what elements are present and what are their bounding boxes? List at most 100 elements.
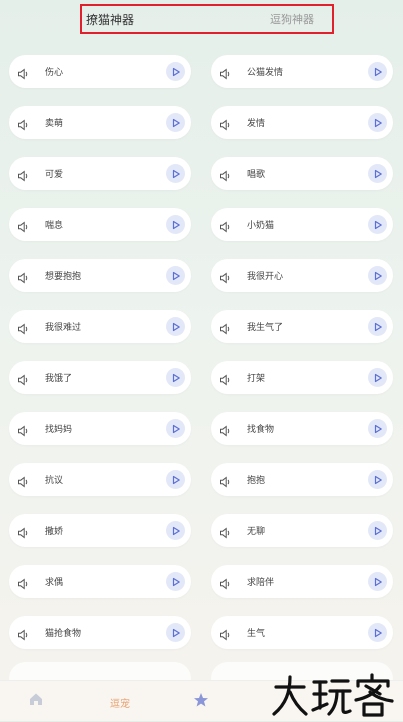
tab-cat[interactable]: 撩猫神器 (86, 11, 134, 28)
sound-label: 打架 (247, 374, 266, 384)
speaker-icon (17, 65, 29, 80)
speaker-icon (17, 167, 29, 182)
play-icon[interactable] (166, 215, 185, 234)
play-icon[interactable] (368, 623, 387, 642)
sound-card[interactable]: 我很难过 (9, 310, 191, 343)
sound-label: 小奶猫 (247, 221, 275, 231)
sound-label: 抗议 (45, 476, 64, 486)
sound-label: 我生气了 (247, 323, 284, 333)
play-icon[interactable] (368, 368, 387, 387)
sound-card[interactable]: 抗议 (9, 463, 191, 496)
sound-card[interactable]: 想要抱抱 (9, 259, 191, 292)
sound-label: 卖萌 (45, 119, 64, 129)
play-icon[interactable] (166, 266, 185, 285)
sound-label: 抱抱 (247, 476, 266, 486)
speaker-icon (17, 575, 29, 590)
speaker-icon (219, 371, 231, 386)
sound-card[interactable]: 求偶 (9, 565, 191, 598)
speaker-icon (219, 320, 231, 335)
sound-card[interactable]: 求陪伴 (211, 565, 393, 598)
sound-card[interactable]: 小奶猫 (211, 208, 393, 241)
sound-label: 求陪伴 (247, 578, 275, 588)
speaker-icon (17, 473, 29, 488)
sound-label: 唱歌 (247, 170, 266, 180)
play-icon[interactable] (368, 470, 387, 489)
sound-card[interactable]: 公猫发情 (211, 55, 393, 88)
play-icon[interactable] (166, 419, 185, 438)
sound-card[interactable]: 伤心 (9, 55, 191, 88)
sound-label: 发情 (247, 119, 266, 129)
sound-card[interactable]: 抱抱 (211, 463, 393, 496)
sound-label: 找食物 (247, 425, 275, 435)
speaker-icon (219, 65, 231, 80)
sound-label: 想要抱抱 (45, 272, 82, 282)
play-icon[interactable] (166, 470, 185, 489)
sound-card[interactable]: 无聊 (211, 514, 393, 547)
sound-card[interactable]: 我饿了 (9, 361, 191, 394)
sound-card[interactable]: 找食物 (211, 412, 393, 445)
play-icon[interactable] (166, 572, 185, 591)
speaker-icon (219, 575, 231, 590)
sound-card[interactable]: 打架 (211, 361, 393, 394)
sound-label: 找妈妈 (45, 425, 73, 435)
sound-card[interactable]: 撒娇 (9, 514, 191, 547)
play-icon[interactable] (368, 317, 387, 336)
play-icon[interactable] (368, 215, 387, 234)
sound-label: 撒娇 (45, 527, 64, 537)
sound-card[interactable]: 猫抢食物 (9, 616, 191, 649)
play-icon[interactable] (166, 521, 185, 540)
sound-card[interactable]: 喘息 (9, 208, 191, 241)
tab-dog[interactable]: 逗狗神器 (270, 11, 314, 27)
speaker-icon (17, 269, 29, 284)
sound-label: 我很开心 (247, 272, 284, 282)
sound-card[interactable]: 生气 (211, 616, 393, 649)
sound-card[interactable]: 找妈妈 (9, 412, 191, 445)
play-icon[interactable] (166, 317, 185, 336)
speaker-icon (219, 626, 231, 641)
play-icon[interactable] (368, 521, 387, 540)
play-icon[interactable] (368, 266, 387, 285)
sound-label: 生气 (247, 629, 266, 639)
sound-label: 我饿了 (45, 374, 73, 384)
sound-card[interactable]: 我生气了 (211, 310, 393, 343)
sound-card[interactable]: 发情 (211, 106, 393, 139)
speaker-icon (17, 320, 29, 335)
play-icon[interactable] (166, 62, 185, 81)
sound-label: 伤心 (45, 68, 64, 78)
sound-grid: 伤心 公猫发情卖萌 发情可爱 唱歌喘息 小奶猫想要抱抱 我很开心我很难过 我生气了我饿了 打架… (9, 55, 395, 649)
play-icon[interactable] (368, 164, 387, 183)
speaker-icon (17, 371, 29, 386)
sound-label: 公猫发情 (247, 68, 284, 78)
sound-card[interactable]: 唱歌 (211, 157, 393, 190)
play-icon[interactable] (166, 164, 185, 183)
sound-card[interactable]: 我很开心 (211, 259, 393, 292)
home-icon[interactable] (28, 691, 44, 711)
partial-card-left (9, 662, 191, 682)
play-icon[interactable] (368, 62, 387, 81)
sound-label: 可爱 (45, 170, 64, 180)
play-icon[interactable] (166, 113, 185, 132)
play-icon[interactable] (368, 113, 387, 132)
speaker-icon (219, 422, 231, 437)
speaker-icon (219, 116, 231, 131)
sound-label: 无聊 (247, 527, 266, 537)
play-icon[interactable] (368, 572, 387, 591)
play-icon[interactable] (166, 368, 185, 387)
speaker-icon (219, 269, 231, 284)
sound-label: 求偶 (45, 578, 64, 588)
speaker-icon (219, 524, 231, 539)
watermark-logo (270, 672, 395, 718)
sound-label: 我很难过 (45, 323, 82, 333)
speaker-icon (17, 524, 29, 539)
play-icon[interactable] (166, 623, 185, 642)
sound-card[interactable]: 可爱 (9, 157, 191, 190)
speaker-icon (17, 116, 29, 131)
nav-label-pets[interactable]: 逗宠 (110, 695, 130, 710)
sound-label: 喘息 (45, 221, 64, 231)
speaker-icon (17, 218, 29, 233)
star-icon[interactable] (193, 692, 209, 712)
speaker-icon (17, 626, 29, 641)
speaker-icon (219, 167, 231, 182)
play-icon[interactable] (368, 419, 387, 438)
sound-card[interactable]: 卖萌 (9, 106, 191, 139)
